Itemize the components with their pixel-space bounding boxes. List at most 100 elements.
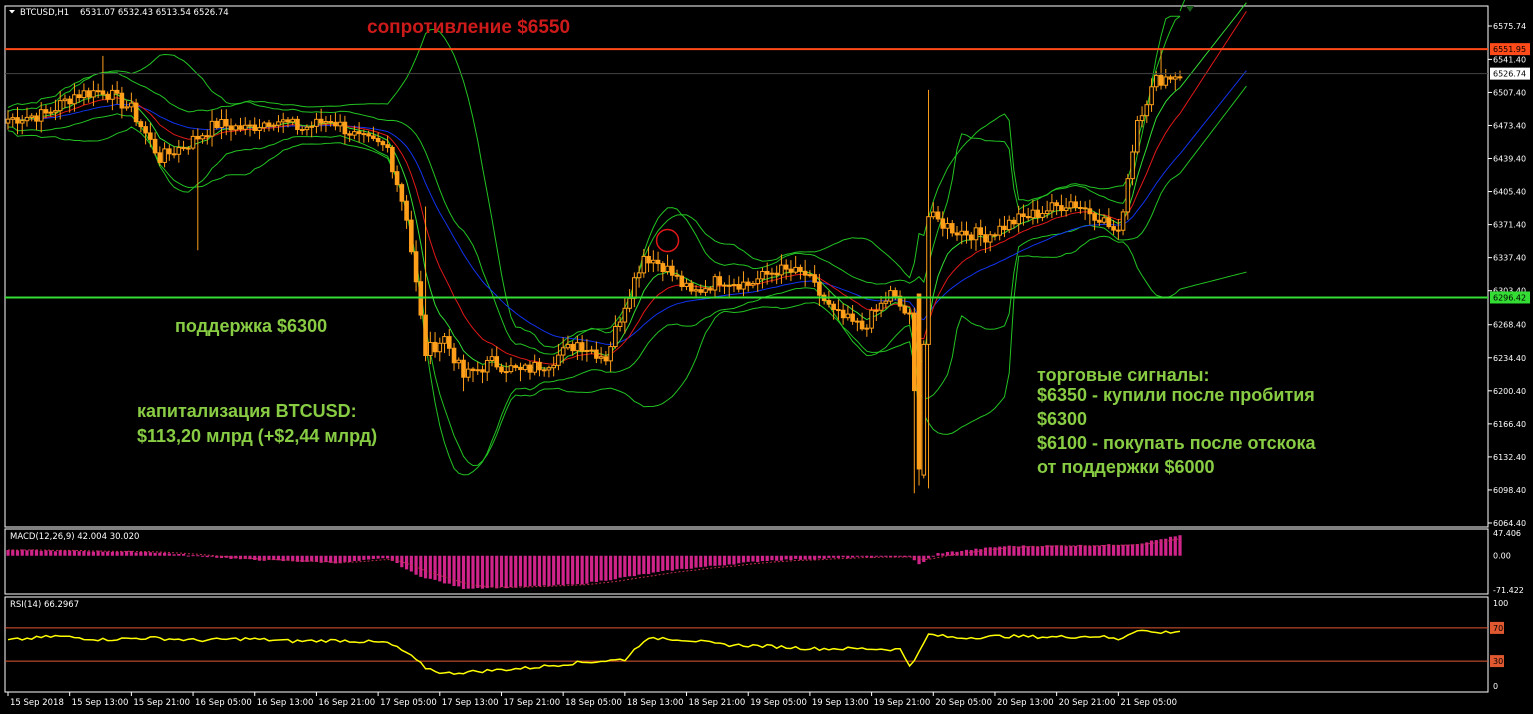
time-tick-10: 18 Sep 13:00 <box>627 698 684 708</box>
macd-bar-228 <box>1088 545 1092 556</box>
macd-bar-196 <box>936 553 940 556</box>
macd-bar-155 <box>741 555 746 563</box>
macd-bar-51 <box>248 555 252 560</box>
macd-bar-89 <box>428 555 432 579</box>
macd-bar-150 <box>718 555 722 566</box>
price-tick-3: 6473.40 <box>1493 121 1526 130</box>
macd-bar-175 <box>836 555 840 558</box>
time-tick-1: 15 Sep 13:00 <box>72 698 129 708</box>
macd-bar-122 <box>585 555 589 584</box>
macd-bar-247 <box>1178 535 1182 556</box>
macd-bar-18 <box>91 551 96 556</box>
macd-bar-124 <box>594 555 598 583</box>
price-tick-1: 6541.40 <box>1493 55 1526 64</box>
macd-bar-42 <box>205 555 209 558</box>
capitalization-title: капитализация BTCUSD: <box>137 401 357 421</box>
macd-bar-31 <box>153 552 157 556</box>
macd-bar-181 <box>865 555 869 558</box>
price-tick-9: 6268.40 <box>1493 321 1526 330</box>
macd-bar-235 <box>1121 544 1125 556</box>
macd-bar-82 <box>395 555 399 564</box>
macd-bar-140 <box>670 555 674 571</box>
macd-bar-34 <box>167 553 171 556</box>
macd-bar-161 <box>770 555 774 561</box>
macd-bar-98 <box>471 555 475 589</box>
price-tick-15: 6064.40 <box>1493 519 1526 528</box>
macd-bar-232 <box>1107 544 1111 556</box>
trading-chart[interactable]: 6575.74 6541.40 6507.40 6473.40 6439.40 6405.… <box>0 0 1533 714</box>
macd-bar-28 <box>139 551 143 556</box>
macd-bar-143 <box>684 555 689 570</box>
macd-bar-213 <box>1017 546 1021 556</box>
macd-bar-174 <box>832 555 836 558</box>
macd-bar-9 <box>49 550 53 556</box>
macd-bar-23 <box>115 551 119 556</box>
price-label-0: 6551.95 <box>1493 45 1526 54</box>
macd-bar-183 <box>874 555 878 557</box>
macd-bar-15 <box>77 551 81 556</box>
time-tick-5: 16 Sep 21:00 <box>318 698 375 708</box>
macd-bar-216 <box>1031 545 1035 556</box>
macd-bar-14 <box>72 550 77 556</box>
support-label: поддержка $6300 <box>175 316 327 336</box>
time-tick-15: 20 Sep 05:00 <box>935 698 992 708</box>
candle-27[interactable] <box>133 98 139 126</box>
macd-bar-136 <box>651 555 655 573</box>
macd-bar-166 <box>794 555 798 559</box>
macd-bar-77 <box>371 555 375 560</box>
macd-bar-177 <box>846 555 850 559</box>
macd-bar-111 <box>533 555 537 586</box>
resistance-label: сопротивление $6550 <box>367 17 570 38</box>
macd-bar-165 <box>789 555 793 561</box>
macd-bar-10 <box>53 551 58 556</box>
time-tick-2: 15 Sep 21:00 <box>133 698 190 708</box>
macd-bar-101 <box>485 555 489 589</box>
signal-4: от поддержки $6000 <box>1037 457 1215 477</box>
macd-bar-120 <box>575 555 579 585</box>
macd-bar-245 <box>1168 536 1173 556</box>
macd-bar-178 <box>851 555 855 558</box>
macd-bar-205 <box>979 549 983 556</box>
macd-bar-90 <box>433 555 437 580</box>
time-tick-7: 17 Sep 13:00 <box>442 698 499 708</box>
macd-bar-146 <box>699 555 703 568</box>
macd-bar-151 <box>722 555 727 566</box>
macd-bar-158 <box>756 555 760 563</box>
macd-bar-176 <box>841 555 845 558</box>
macd-bar-7 <box>39 550 43 556</box>
macd-bar-180 <box>860 555 864 557</box>
macd-bar-64 <box>310 555 314 562</box>
macd-bar-103 <box>495 555 499 589</box>
macd-bar-169 <box>808 555 812 560</box>
header-ohlc: 6531.07 6532.43 6513.54 6526.74 <box>80 8 229 18</box>
macd-bar-36 <box>177 553 181 556</box>
macd-bar-116 <box>556 555 561 585</box>
macd-bar-99 <box>476 555 480 589</box>
macd-bar-239 <box>1140 543 1144 556</box>
time-tick-6: 17 Sep 05:00 <box>380 698 437 708</box>
macd-bar-218 <box>1040 546 1045 556</box>
macd-bar-80 <box>386 555 390 559</box>
time-tick-17: 20 Sep 21:00 <box>1059 698 1116 708</box>
signal-1: $6350 - купили после пробития <box>1037 385 1315 405</box>
time-tick-16: 20 Sep 13:00 <box>997 698 1054 708</box>
macd-bar-144 <box>689 555 693 569</box>
macd-bar-221 <box>1055 545 1059 556</box>
macd-bar-78 <box>376 555 380 559</box>
macd-bar-162 <box>775 555 779 561</box>
candle-238[interactable] <box>1135 115 1140 155</box>
macd-bar-71 <box>343 555 347 562</box>
candle-193[interactable] <box>921 340 927 479</box>
macd-bar-85 <box>409 555 413 572</box>
macd-bar-32 <box>158 552 162 556</box>
macd-bar-102 <box>490 555 494 588</box>
macd-bar-33 <box>162 552 167 556</box>
macd-bar-40 <box>196 555 200 557</box>
macd-bar-167 <box>798 555 803 560</box>
macd-bar-236 <box>1126 544 1130 556</box>
macd-bar-105 <box>504 555 508 589</box>
macd-bar-38 <box>186 555 190 557</box>
macd-bar-215 <box>1026 546 1030 556</box>
macd-bar-125 <box>599 555 603 581</box>
candle-192[interactable] <box>916 293 922 486</box>
